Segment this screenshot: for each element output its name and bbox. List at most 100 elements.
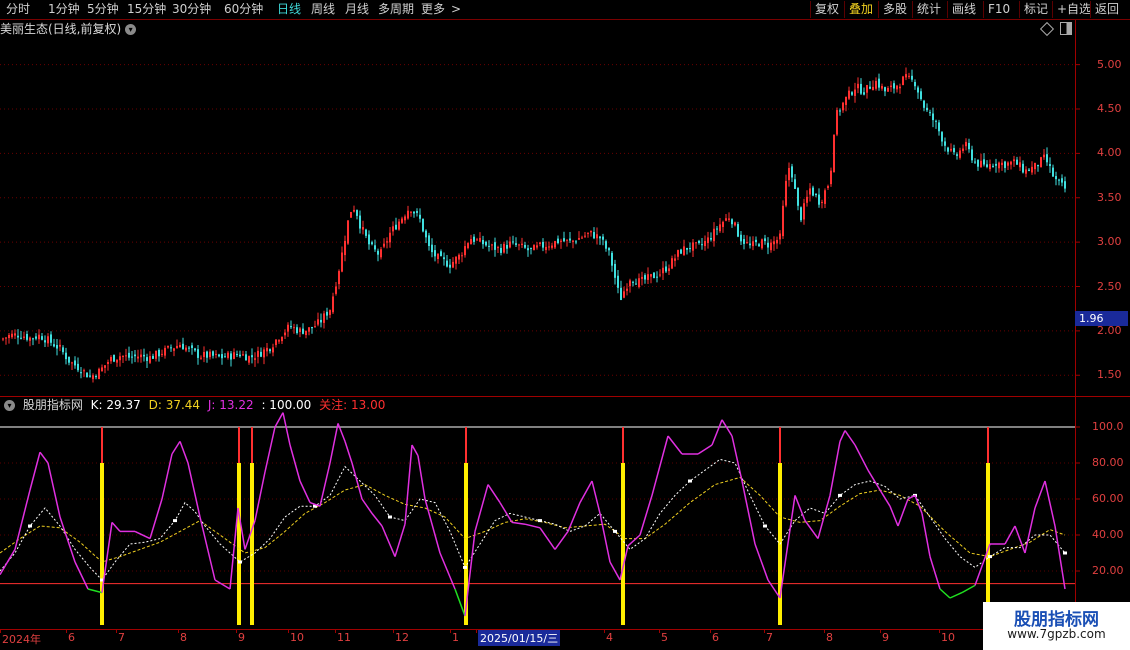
- k-marker: [913, 493, 917, 497]
- candle-body: [239, 354, 241, 357]
- chevron-down-icon[interactable]: ▾: [4, 400, 15, 411]
- tool-button[interactable]: 标记: [1024, 2, 1048, 17]
- j-line-segment: [199, 516, 216, 581]
- j-line-segment: [697, 444, 713, 455]
- candle-body: [710, 238, 712, 240]
- j-line-segment: [319, 462, 331, 507]
- candle-body: [620, 287, 622, 300]
- j-line-segment: [417, 455, 426, 500]
- candle-body: [410, 211, 412, 213]
- j-line-segment: [454, 588, 466, 617]
- candle-body: [1040, 157, 1042, 168]
- candle-body: [44, 340, 46, 343]
- indicator-axis-label: 80.00: [1092, 456, 1124, 469]
- period-tab[interactable]: 5分钟: [87, 2, 119, 17]
- tool-button[interactable]: 多股: [883, 2, 907, 17]
- candle-body: [803, 203, 805, 220]
- candle-body: [467, 243, 469, 249]
- candle-body: [575, 241, 577, 243]
- j-line-segment: [229, 507, 239, 590]
- tool-button[interactable]: +自选: [1057, 2, 1091, 17]
- candle-body: [50, 334, 52, 343]
- candle-body: [698, 240, 700, 243]
- period-tab[interactable]: 月线: [345, 2, 369, 17]
- candle-body: [185, 347, 187, 351]
- candle-body: [713, 228, 715, 242]
- date-tick: [393, 629, 394, 633]
- candle-body: [599, 236, 601, 239]
- k-marker: [763, 524, 767, 528]
- candle-body: [719, 224, 721, 232]
- period-tab[interactable]: 1分钟: [48, 2, 80, 17]
- tool-button[interactable]: F10: [988, 2, 1010, 17]
- candle-body: [287, 324, 289, 332]
- j-line-segment: [474, 484, 489, 532]
- candle-body: [704, 240, 706, 247]
- j-line-segment: [299, 480, 311, 503]
- candle-body: [398, 221, 400, 230]
- period-tab[interactable]: 多周期: [378, 2, 414, 17]
- candle-body: [722, 221, 724, 227]
- candle-body: [1019, 162, 1021, 168]
- tool-button[interactable]: 画线: [952, 2, 976, 17]
- candles: [2, 67, 1066, 383]
- j-line-segment: [599, 513, 611, 563]
- period-tab[interactable]: 60分钟: [224, 2, 263, 17]
- candle-body: [932, 113, 934, 121]
- tool-button[interactable]: 统计: [917, 2, 941, 17]
- j-line-segment: [939, 588, 951, 599]
- candle-body: [956, 154, 958, 156]
- candle-body: [431, 244, 433, 253]
- period-tab[interactable]: 30分钟: [172, 2, 211, 17]
- period-tab[interactable]: 15分钟: [127, 2, 166, 17]
- candle-body: [947, 147, 949, 152]
- candle-body: [413, 211, 415, 214]
- signal-bar: [986, 463, 990, 625]
- candle-body: [707, 237, 709, 244]
- candle-body: [278, 340, 280, 342]
- candle-body: [725, 218, 727, 221]
- candle-body: [446, 260, 448, 267]
- price-axis-label: 4.00: [1097, 146, 1122, 160]
- chevron-down-icon[interactable]: ▾: [125, 24, 137, 35]
- period-tab[interactable]: 更多: [421, 2, 445, 17]
- period-tab[interactable]: 分时: [6, 2, 30, 17]
- candle-body: [968, 142, 970, 150]
- candle-body: [473, 236, 475, 242]
- date-label: 9: [882, 631, 889, 644]
- candle-body: [944, 141, 946, 146]
- candle-body: [179, 345, 181, 348]
- candle-body: [500, 247, 502, 253]
- more-arrow-icon[interactable]: >: [451, 2, 461, 17]
- period-tab[interactable]: 日线: [277, 2, 301, 17]
- candle-body: [221, 354, 223, 359]
- candle-body: [608, 248, 610, 251]
- period-tab[interactable]: 周线: [311, 2, 335, 17]
- candle-body: [644, 275, 646, 280]
- j-line-segment: [804, 520, 819, 540]
- window-toggle-icon[interactable]: [1060, 22, 1072, 35]
- j-line-segment: [627, 534, 641, 547]
- tool-button[interactable]: 返回: [1095, 2, 1119, 17]
- tool-button[interactable]: 复权: [815, 2, 839, 17]
- candle-body: [995, 163, 997, 166]
- candle-body: [1034, 162, 1036, 170]
- candle-body: [104, 365, 106, 368]
- candle-body: [170, 347, 172, 349]
- diamond-icon[interactable]: [1039, 21, 1055, 37]
- tool-button[interactable]: 叠加: [849, 2, 873, 17]
- candle-body: [140, 354, 142, 358]
- candle-body: [347, 220, 349, 244]
- candle-body: [200, 357, 202, 359]
- candle-body: [29, 337, 31, 341]
- j-line-segment: [439, 552, 456, 590]
- candle-body: [794, 179, 796, 189]
- candle-body: [938, 122, 940, 132]
- candle-body: [425, 230, 427, 238]
- candle-body: [890, 85, 892, 88]
- candle-body: [872, 86, 874, 91]
- j-line-segment: [767, 579, 781, 599]
- k-marker: [538, 519, 542, 523]
- candle-body: [974, 161, 976, 163]
- candle-body: [821, 201, 823, 203]
